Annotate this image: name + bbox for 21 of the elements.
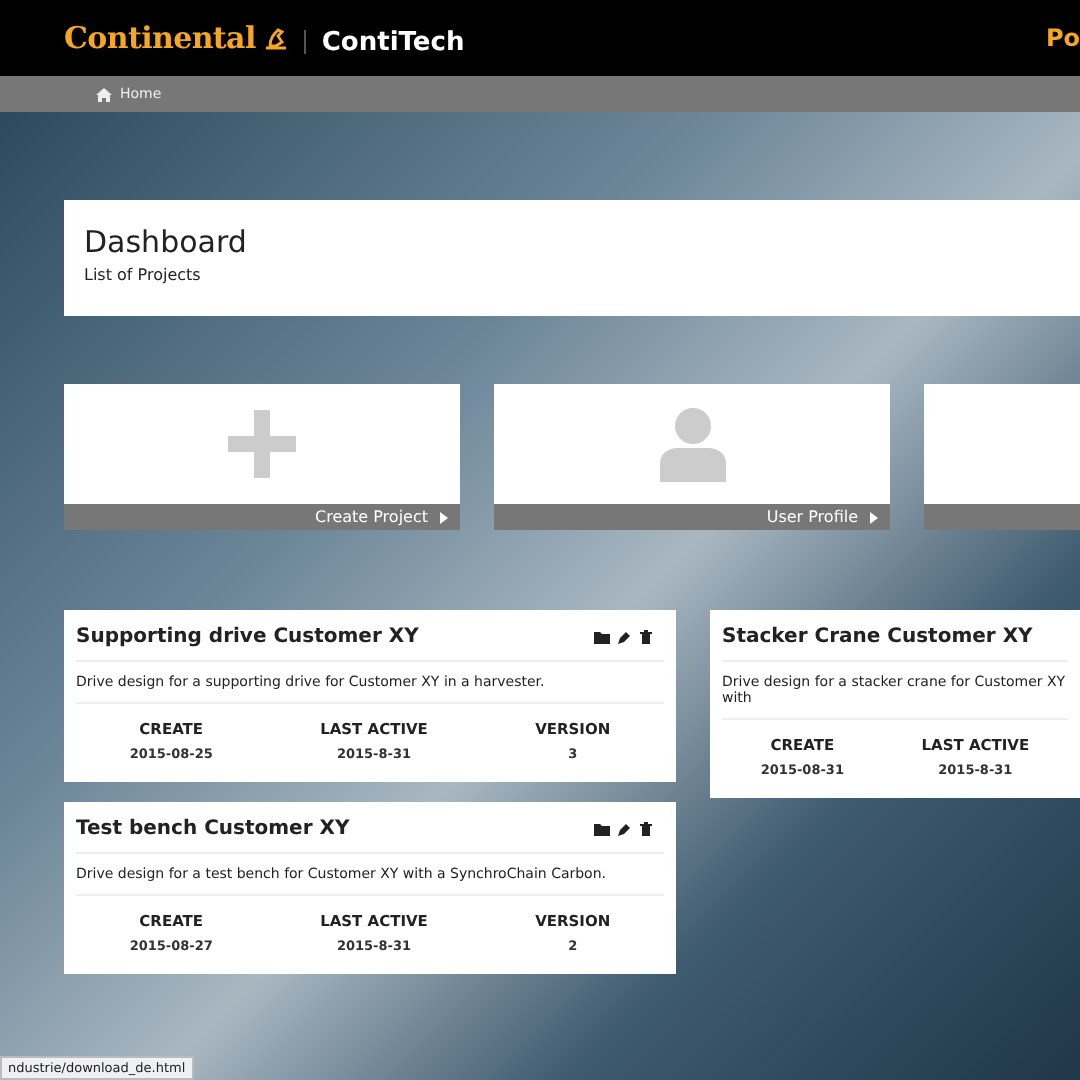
project-title: Test bench Customer XY [76,818,350,840]
user-icon [659,407,725,481]
caret-icon [440,511,448,523]
caret-icon [870,511,878,523]
plus-icon [228,410,296,478]
project-title: Stacker Crane Customer XY [722,626,1033,648]
product-name: ContiTech [321,27,465,57]
trash-icon[interactable] [640,630,652,644]
tile-label[interactable]: User Profile [766,508,858,526]
trash-icon[interactable] [640,822,652,836]
folder-icon[interactable] [594,822,610,836]
home-icon[interactable] [96,87,112,101]
project-title: Supporting drive Customer XY [76,626,419,648]
folder-icon[interactable] [594,630,610,644]
pencil-icon[interactable] [618,822,632,836]
tile-label[interactable]: Create Project [315,508,428,526]
page-subtitle: List of Projects [84,266,203,284]
nav-link[interactable]: Po [1045,24,1080,52]
pencil-icon[interactable] [618,630,632,644]
brand-logo[interactable]: Continental [64,20,256,56]
page-title: Dashboard [84,224,249,260]
